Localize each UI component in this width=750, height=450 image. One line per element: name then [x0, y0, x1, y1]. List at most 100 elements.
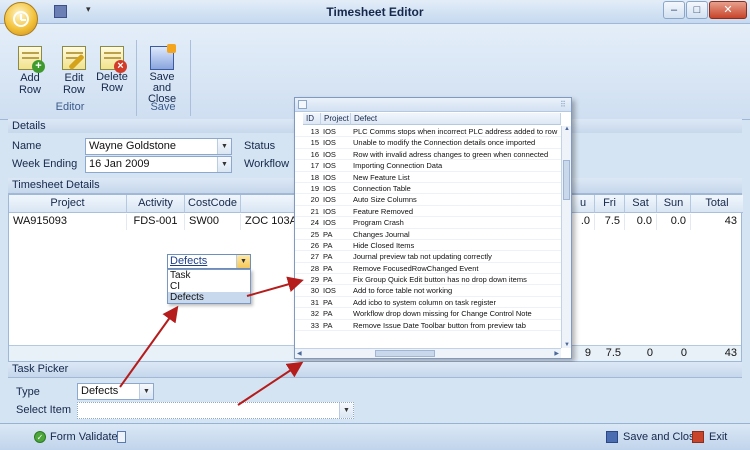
defect-list[interactable]: 13 IOS PLC Comms stops when incorrect PLC … — [295, 126, 561, 332]
cell-sat[interactable]: 0.0 — [625, 214, 657, 230]
list-item[interactable]: 13 IOS PLC Comms stops when incorrect PLC … — [295, 126, 561, 138]
col-header-total[interactable]: Total — [691, 195, 743, 213]
popup-horizontal-scrollbar[interactable]: ◀ ▶ — [295, 348, 561, 358]
defect-id: 19 — [310, 183, 319, 193]
defect-project: IOS — [323, 183, 336, 193]
col-header-description[interactable] — [241, 195, 295, 213]
check-circle-icon: ✓ — [34, 431, 46, 443]
select-item-field[interactable]: ▼ — [77, 402, 354, 419]
cell-project[interactable]: WA915093 — [9, 214, 127, 230]
task-picker-header: Task Picker — [8, 362, 742, 378]
delete-row-button[interactable]: × Delete Row — [94, 46, 130, 94]
scroll-down-icon[interactable]: ▼ — [564, 342, 570, 348]
col-header-sat[interactable]: Sat — [625, 195, 657, 213]
minimize-button[interactable]: – — [663, 1, 685, 19]
defect-title: PLC Comms stops when incorrect PLC addre… — [353, 127, 558, 136]
popup-vertical-scrollbar[interactable]: ▲ ▼ — [561, 126, 571, 348]
list-item[interactable]: 25 PA Changes Journal — [295, 229, 561, 240]
list-item[interactable]: 26 PA Hide Closed Items — [295, 240, 561, 252]
edit-row-label: Edit Row — [62, 72, 85, 96]
list-item[interactable]: 33 PA Remove Issue Date Toolbar button fro… — [295, 320, 561, 332]
type-label: Type — [16, 386, 40, 398]
close-button[interactable]: ✕ — [709, 1, 747, 19]
defect-project: PA — [323, 240, 333, 250]
defect-title: Hide Closed Items — [353, 240, 415, 250]
app-menu-button[interactable] — [4, 2, 38, 36]
list-item[interactable]: 19 IOS Connection Table — [295, 183, 561, 195]
popup-toolbar: ⠿ — [295, 98, 571, 112]
notes-icon[interactable] — [117, 431, 126, 443]
cell-sun[interactable]: 0.0 — [657, 214, 691, 230]
type-dropdown-list[interactable]: Task CI Defects — [167, 269, 251, 304]
defect-project: IOS — [323, 127, 336, 136]
list-item[interactable]: 16 IOS Row with invalid adress changes to … — [295, 149, 561, 161]
resize-grip-icon[interactable]: ⠿ — [560, 100, 569, 109]
type-cell-editor[interactable]: Defects ▼ — [167, 254, 251, 269]
list-item[interactable]: 24 IOS Program Crash — [295, 217, 561, 229]
defect-id: 26 — [310, 240, 319, 250]
type-option-defects[interactable]: Defects — [168, 292, 250, 303]
col-header-sun[interactable]: Sun — [657, 195, 691, 213]
cell-costcode[interactable]: SW00 — [185, 214, 241, 230]
cell-description[interactable]: ZOC 103A Co — [241, 214, 297, 230]
save-close-icon — [150, 44, 176, 70]
cell-fri[interactable]: 7.5 — [595, 214, 625, 230]
list-item[interactable]: 17 IOS Importing Connection Data — [295, 160, 561, 172]
defect-id: 32 — [310, 309, 319, 319]
popup-col-defect[interactable]: Defect — [351, 113, 561, 125]
col-header-activity[interactable]: Activity — [127, 195, 185, 213]
defect-picker-popup[interactable]: ⠿ ID Project Defect 13 IOS PLC Comms stops… — [294, 97, 572, 359]
scroll-up-icon[interactable]: ▲ — [564, 126, 570, 132]
add-row-button[interactable]: + Add Row — [8, 46, 52, 96]
cell-thu[interactable]: .0 — [572, 214, 595, 230]
chevron-down-icon[interactable]: ▼ — [217, 157, 231, 172]
list-item[interactable]: 20 IOS Auto Size Columns — [295, 194, 561, 206]
type-field[interactable]: Defects ▼ — [77, 383, 154, 400]
list-item[interactable]: 31 PA Add icbo to system column on task re… — [295, 297, 561, 309]
scroll-thumb[interactable] — [563, 160, 570, 200]
maximize-button[interactable]: □ — [686, 1, 708, 19]
type-option-task[interactable]: Task — [168, 270, 250, 281]
defect-title: Program Crash — [353, 218, 404, 228]
name-field[interactable]: Wayne Goldstone ▼ — [85, 138, 232, 155]
status-exit[interactable]: Exit — [709, 430, 727, 444]
chevron-down-icon[interactable]: ▼ — [139, 384, 153, 399]
cell-total[interactable]: 43 — [691, 214, 741, 230]
edit-row-button[interactable]: Edit Row — [54, 46, 94, 96]
defect-project: IOS — [323, 172, 336, 182]
col-header-thu[interactable]: u — [572, 195, 595, 213]
list-item[interactable]: 27 PA Journal preview tab not updating cor… — [295, 251, 561, 263]
scroll-left-icon[interactable]: ◀ — [297, 350, 302, 357]
status-save-and-close[interactable]: Save and Close — [623, 430, 701, 444]
list-item[interactable]: 32 PA Workflow drop down missing for Chang… — [295, 308, 561, 320]
scroll-thumb[interactable] — [375, 350, 435, 357]
task-picker-panel: Type Defects ▼ Select Item ▼ — [8, 378, 742, 420]
defect-title: Changes Journal — [353, 229, 410, 239]
chevron-down-icon[interactable]: ▼ — [217, 139, 231, 154]
list-item[interactable]: 21 IOS Feature Removed — [295, 206, 561, 218]
list-item[interactable]: 18 IOS New Feature List — [295, 172, 561, 183]
defect-id: 29 — [310, 275, 319, 285]
chevron-down-icon[interactable]: ▼ — [339, 403, 353, 418]
defect-title: Fix Group Quick Edit button has no drop … — [353, 275, 527, 285]
scroll-right-icon[interactable]: ▶ — [554, 350, 559, 357]
popup-col-project[interactable]: Project — [321, 113, 351, 125]
defect-title: Journal preview tab not updating correct… — [353, 252, 492, 262]
save-and-close-button[interactable]: Save and Close — [140, 44, 184, 105]
col-header-fri[interactable]: Fri — [595, 195, 625, 213]
week-ending-field[interactable]: 16 Jan 2009 ▼ — [85, 156, 232, 173]
defect-project: IOS — [323, 138, 336, 148]
list-item[interactable]: 30 IOS Add to force table not working — [295, 285, 561, 297]
popup-col-id[interactable]: ID — [303, 113, 321, 125]
list-item[interactable]: 15 IOS Unable to modify the Connection det… — [295, 137, 561, 149]
column-chooser-icon[interactable] — [298, 100, 307, 109]
list-item[interactable]: 29 PA Fix Group Quick Edit button has no d… — [295, 274, 561, 286]
week-ending-label: Week Ending — [12, 158, 78, 170]
col-header-project[interactable]: Project — [9, 195, 127, 213]
defect-id: 25 — [310, 229, 319, 239]
chevron-down-icon[interactable]: ▼ — [236, 255, 250, 268]
type-option-ci[interactable]: CI — [168, 281, 250, 292]
col-header-costcode[interactable]: CostCode — [185, 195, 241, 213]
cell-activity[interactable]: FDS-001 — [127, 214, 185, 230]
list-item[interactable]: 28 PA Remove FocusedRowChanged Event — [295, 263, 561, 275]
